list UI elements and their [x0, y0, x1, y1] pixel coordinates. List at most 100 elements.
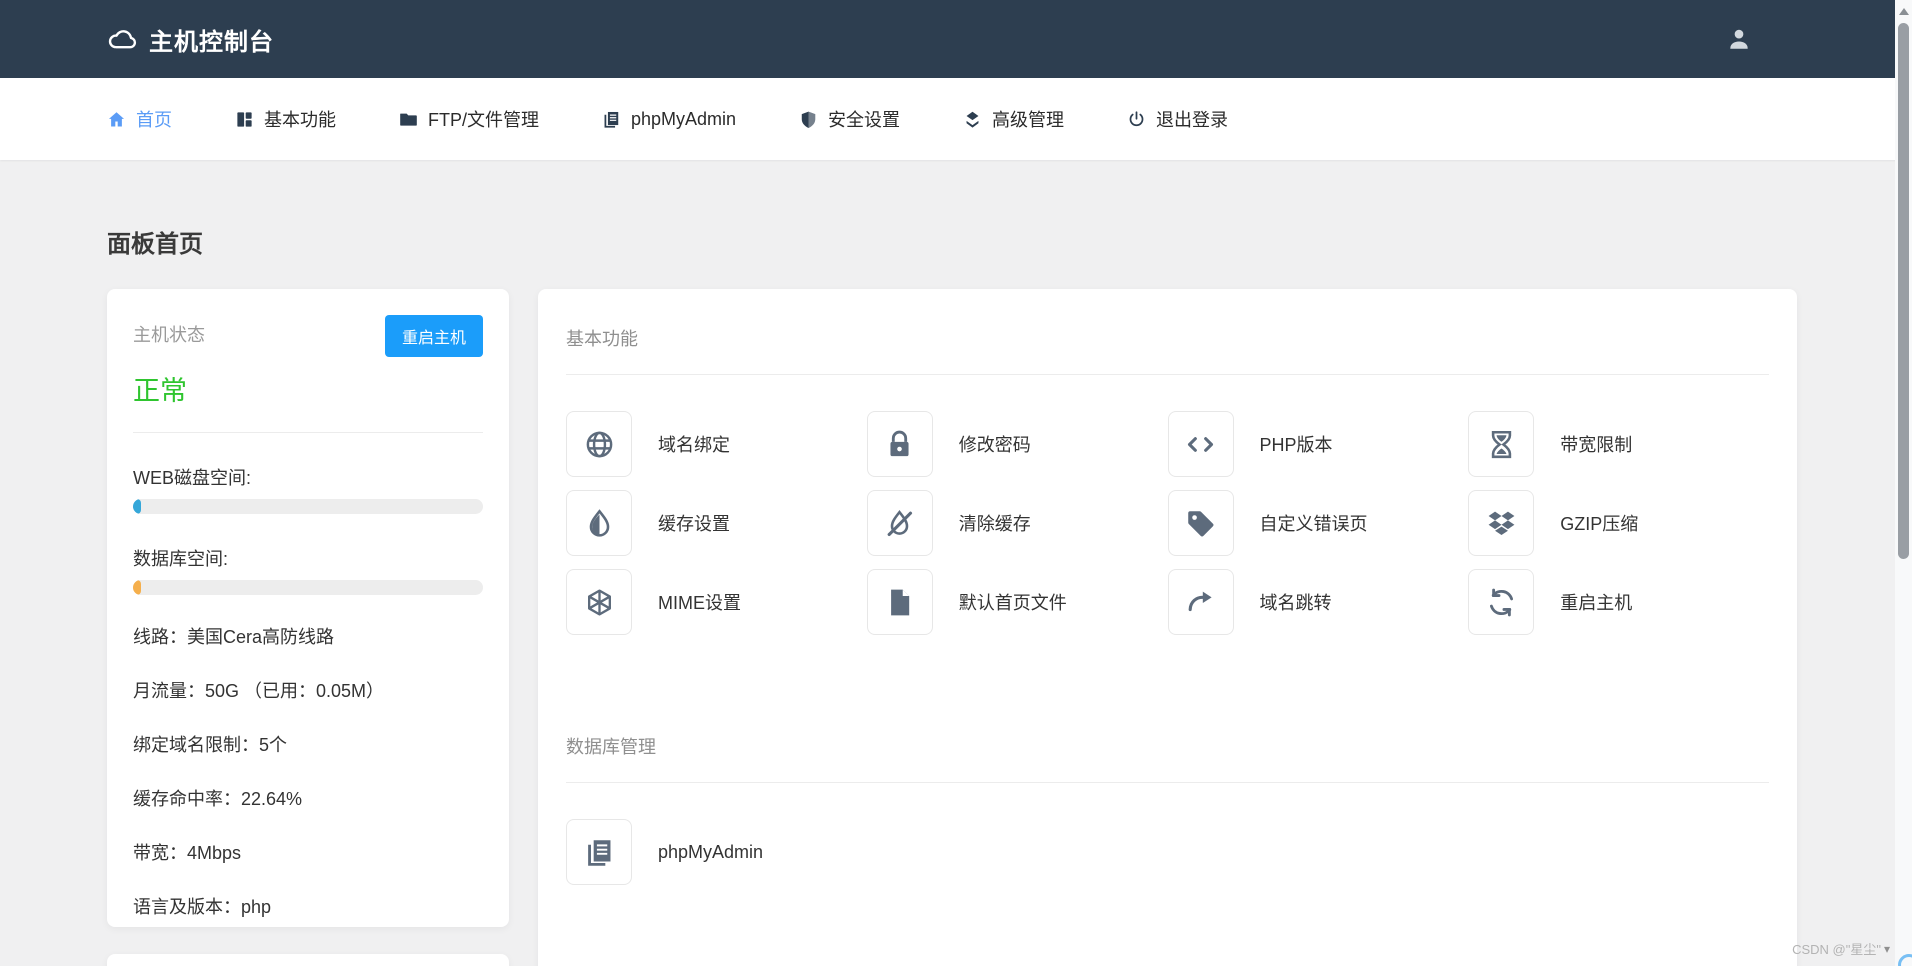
app-header: 主机控制台 [0, 0, 1912, 78]
divider [566, 374, 1769, 375]
feature-label: 缓存设置 [658, 510, 730, 536]
feature-label: 重启主机 [1560, 589, 1632, 615]
lock-icon [867, 411, 933, 477]
feature-label: MIME设置 [658, 589, 741, 615]
feature-label: 域名跳转 [1260, 589, 1332, 615]
app-title: 主机控制台 [149, 22, 274, 57]
feature-label: 域名绑定 [658, 431, 730, 457]
feature-gzip-compression[interactable]: GZIP压缩 [1468, 490, 1769, 556]
user-menu-button[interactable] [1726, 26, 1752, 52]
nav-item-phpmyadmin[interactable]: phpMyAdmin [602, 109, 736, 130]
dropbox-icon [1468, 490, 1534, 556]
nav-label: 高级管理 [992, 106, 1064, 132]
feature-default-index-file[interactable]: 默认首页文件 [867, 569, 1168, 635]
section-title: 基本功能 [566, 317, 1769, 351]
app-logo: 主机控制台 [107, 22, 274, 57]
stat-line-cache-hit-rate: 缓存命中率：22.64% [133, 785, 483, 811]
database-progress-fill [133, 580, 141, 595]
nav-item-logout[interactable]: 退出登录 [1127, 106, 1228, 132]
stat-line-domain-limit: 绑定域名限制：5个 [133, 731, 483, 757]
feature-mime-settings[interactable]: MIME设置 [566, 569, 867, 635]
feature-cache-settings[interactable]: 缓存设置 [566, 490, 867, 556]
scrollbar-up-arrow-icon[interactable] [1899, 8, 1909, 15]
tag-icon [1168, 490, 1234, 556]
page-content: 面板首页 主机状态 重启主机 正常 WEB磁盘空间: 数据库空间: [107, 224, 1797, 966]
stat-line-monthly-traffic: 月流量：50G （已用：0.05M） [133, 677, 483, 703]
basic-features-grid: 域名绑定 修改密码 PHP版本 [566, 411, 1769, 635]
vertical-scrollbar[interactable] [1895, 0, 1912, 966]
section-title: 数据库管理 [566, 725, 1769, 759]
feature-bandwidth-limit[interactable]: 带宽限制 [1468, 411, 1769, 477]
database-book-icon [566, 819, 632, 885]
feature-label: phpMyAdmin [658, 842, 763, 863]
folder-icon [399, 110, 418, 129]
feature-domain-redirect[interactable]: 域名跳转 [1168, 569, 1469, 635]
feature-label: 带宽限制 [1560, 431, 1632, 457]
nav-label: 安全设置 [828, 106, 900, 132]
layers-icon [963, 110, 982, 129]
feature-label: GZIP压缩 [1560, 510, 1638, 536]
nav-label: 退出登录 [1156, 106, 1228, 132]
scrollbar-thumb[interactable] [1898, 23, 1909, 559]
host-status-card: 主机状态 重启主机 正常 WEB磁盘空间: 数据库空间: [107, 289, 509, 927]
journal-icon [602, 110, 621, 129]
nav-item-ftp-files[interactable]: FTP/文件管理 [399, 106, 539, 132]
database-usage: 数据库空间: [133, 545, 483, 595]
nav-label: FTP/文件管理 [428, 106, 539, 132]
feature-php-version[interactable]: PHP版本 [1168, 411, 1469, 477]
stat-line-bandwidth: 带宽：4Mbps [133, 839, 483, 865]
feature-change-password[interactable]: 修改密码 [867, 411, 1168, 477]
status-column: 主机状态 重启主机 正常 WEB磁盘空间: 数据库空间: [107, 289, 509, 966]
cloud-icon [107, 24, 137, 54]
shield-icon [799, 110, 818, 129]
redo-arrow-icon [1168, 569, 1234, 635]
web-disk-progressbar [133, 499, 483, 514]
web-disk-progress-fill [133, 499, 141, 514]
feature-label: 清除缓存 [959, 510, 1031, 536]
sync-icon [1468, 569, 1534, 635]
user-icon [1726, 26, 1752, 52]
feature-restart-host[interactable]: 重启主机 [1468, 569, 1769, 635]
web-disk-usage: WEB磁盘空间: [133, 464, 483, 514]
page-title: 面板首页 [107, 224, 1797, 259]
nav-item-advanced[interactable]: 高级管理 [963, 106, 1064, 132]
database-grid: phpMyAdmin [566, 819, 1769, 885]
feature-label: 自定义错误页 [1260, 510, 1368, 536]
nav-label: phpMyAdmin [631, 109, 736, 130]
feature-phpmyadmin[interactable]: phpMyAdmin [566, 819, 867, 885]
code-icon [1168, 411, 1234, 477]
database-space-label: 数据库空间: [133, 545, 483, 571]
database-progressbar [133, 580, 483, 595]
watermark-text: CSDN @"星尘" [1792, 939, 1881, 958]
feature-label: 默认首页文件 [959, 589, 1067, 615]
feature-domain-binding[interactable]: 域名绑定 [566, 411, 867, 477]
host-status-value: 正常 [133, 369, 483, 408]
droplet-icon [566, 490, 632, 556]
divider [566, 782, 1769, 783]
section-database: 数据库管理 phpMyAdmin [566, 725, 1769, 885]
cube-icon [566, 569, 632, 635]
stat-line-language-version: 语言及版本：php [133, 893, 483, 919]
chevron-down-icon: ▾ [1884, 942, 1890, 956]
nav-item-security[interactable]: 安全设置 [799, 106, 900, 132]
feature-label: 修改密码 [959, 431, 1031, 457]
web-disk-label: WEB磁盘空间: [133, 464, 483, 490]
nav-item-home[interactable]: 首页 [107, 106, 172, 132]
nav-label: 首页 [136, 106, 172, 132]
power-icon [1127, 110, 1146, 129]
restart-host-button[interactable]: 重启主机 [385, 315, 483, 357]
feature-custom-error-page[interactable]: 自定义错误页 [1168, 490, 1469, 556]
section-basic-features: 基本功能 域名绑定 修改密码 [566, 317, 1769, 635]
feature-clear-cache[interactable]: 清除缓存 [867, 490, 1168, 556]
nav-item-basic-features[interactable]: 基本功能 [235, 106, 336, 132]
status-card-title: 主机状态 [133, 315, 205, 347]
features-card: 基本功能 域名绑定 修改密码 [538, 289, 1797, 966]
home-icon [107, 110, 126, 129]
main-nav: 首页 基本功能 FTP/文件管理 phpMyAdmin 安全设置 高级管理 退出… [0, 78, 1912, 160]
feature-label: PHP版本 [1260, 431, 1333, 457]
globe-icon [566, 411, 632, 477]
stat-line-route: 线路：美国Cera高防线路 [133, 623, 483, 649]
nav-label: 基本功能 [264, 106, 336, 132]
divider [133, 432, 483, 433]
file-icon [867, 569, 933, 635]
